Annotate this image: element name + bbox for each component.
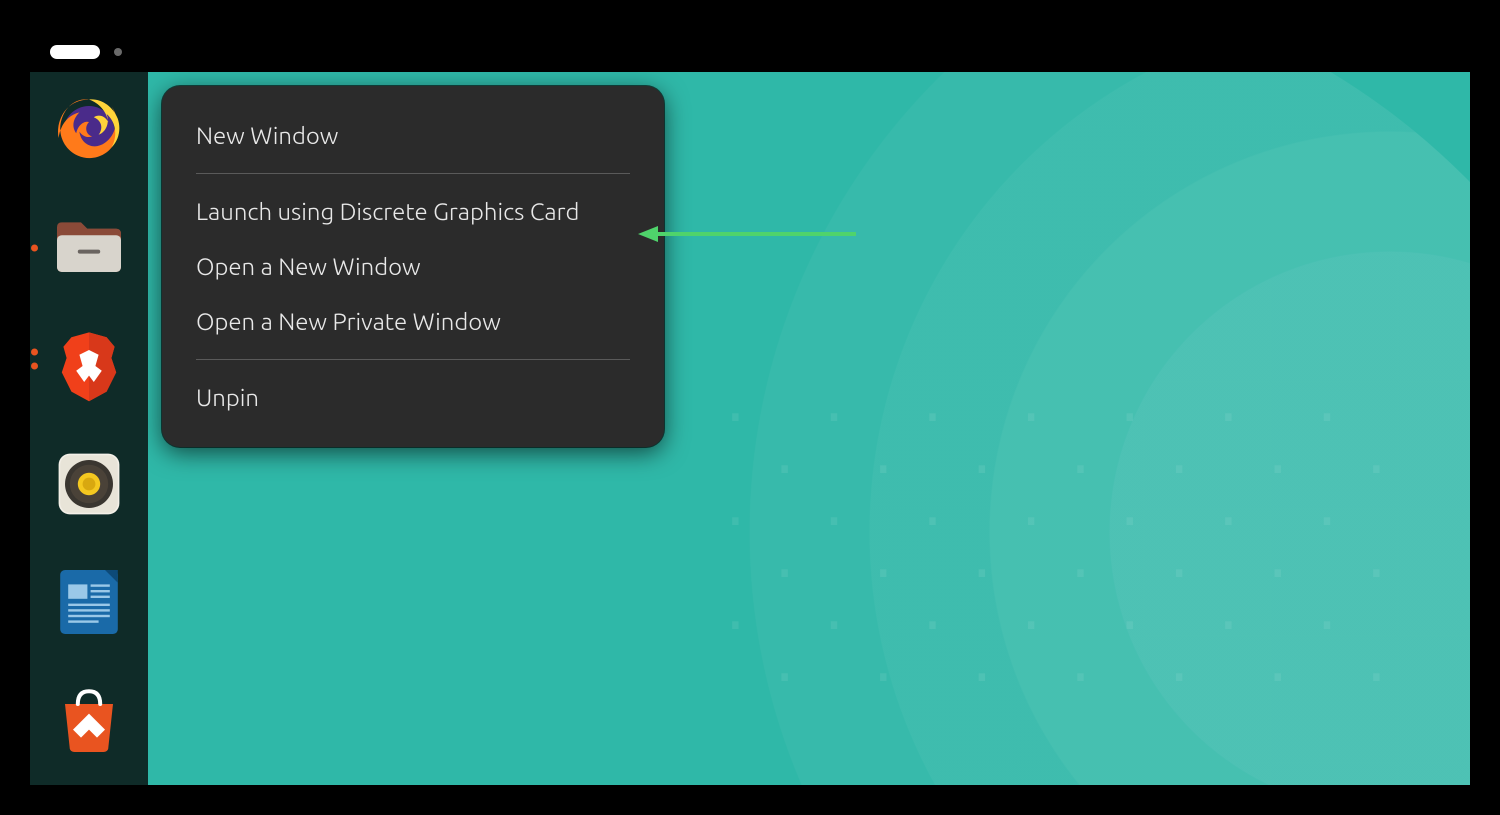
menu-item-open-private-window[interactable]: Open a New Private Window <box>162 294 664 349</box>
writer-icon <box>49 562 129 642</box>
menu-divider <box>196 359 630 360</box>
brave-icon <box>49 326 129 406</box>
dock-item-firefox[interactable] <box>49 90 129 170</box>
annotation-arrow <box>638 224 858 244</box>
dock-item-brave[interactable] <box>49 326 129 406</box>
dock <box>30 72 148 785</box>
speaker-icon <box>49 444 129 524</box>
dock-item-libreoffice-writer[interactable] <box>49 562 129 642</box>
software-icon <box>49 680 129 760</box>
menu-divider <box>196 173 630 174</box>
top-panel <box>30 32 1470 72</box>
context-menu: New Window Launch using Discrete Graphic… <box>162 86 664 447</box>
wallpaper: New Window Launch using Discrete Graphic… <box>148 72 1470 785</box>
running-indicator <box>31 363 38 370</box>
files-icon <box>49 208 129 288</box>
firefox-icon <box>49 90 129 170</box>
menu-item-unpin[interactable]: Unpin <box>162 370 664 425</box>
desktop-area: New Window Launch using Discrete Graphic… <box>30 72 1470 785</box>
dock-item-files[interactable] <box>49 208 129 288</box>
menu-item-launch-discrete-gpu[interactable]: Launch using Discrete Graphics Card <box>162 184 664 239</box>
menu-item-open-new-window[interactable]: Open a New Window <box>162 239 664 294</box>
menu-item-new-window[interactable]: New Window <box>162 108 664 163</box>
workspace-indicator-dot[interactable] <box>114 48 122 56</box>
dock-item-ubuntu-software[interactable] <box>49 680 129 760</box>
activities-pill[interactable] <box>50 45 100 59</box>
dock-item-rhythmbox[interactable] <box>49 444 129 524</box>
running-indicator <box>31 245 38 252</box>
screenshot-frame: New Window Launch using Discrete Graphic… <box>0 0 1500 815</box>
